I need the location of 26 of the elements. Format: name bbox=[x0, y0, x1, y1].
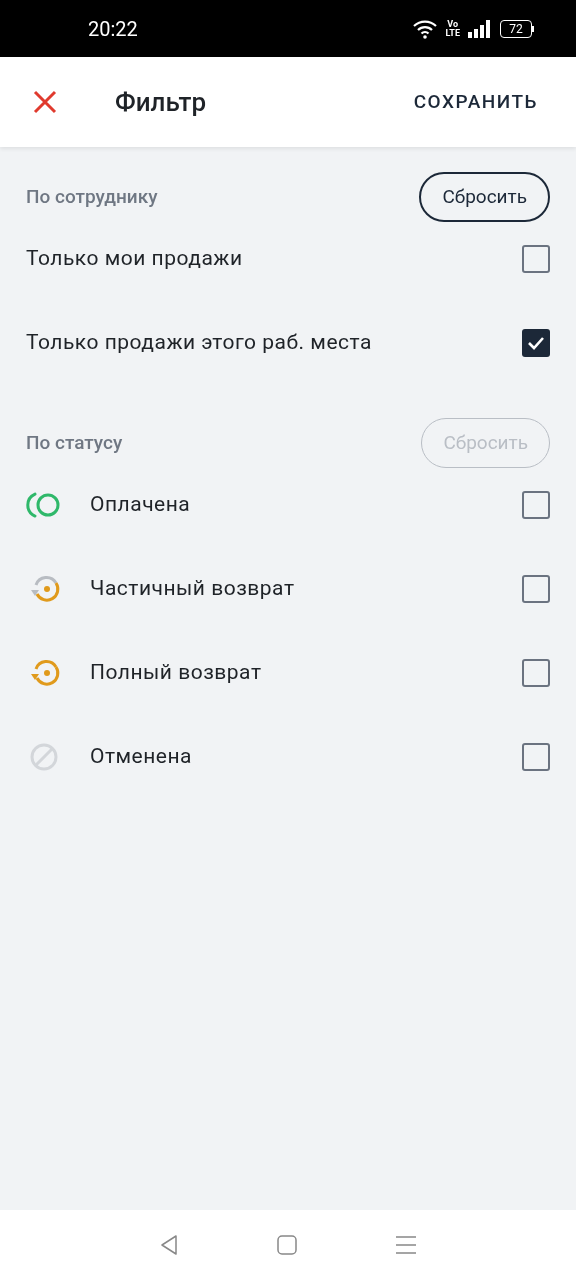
battery-indicator: 72 bbox=[500, 19, 534, 38]
home-icon[interactable] bbox=[277, 1235, 297, 1255]
filter-option-label: Только продажи этого раб. места bbox=[26, 329, 372, 357]
checkbox[interactable] bbox=[522, 743, 550, 771]
menu-icon[interactable] bbox=[395, 1235, 417, 1255]
screen-title: Фильтр bbox=[115, 85, 207, 119]
wifi-icon bbox=[413, 18, 438, 39]
filter-option-label: Только мои продажи bbox=[26, 245, 243, 273]
filter-option-label: Частичный возврат bbox=[90, 575, 295, 603]
checkbox[interactable] bbox=[522, 329, 550, 357]
clock: 20:22 bbox=[88, 15, 138, 43]
save-button[interactable]: СОХРАНИТЬ bbox=[413, 87, 538, 117]
filter-option-label: Отменена bbox=[90, 743, 193, 771]
volte-indicator: Vo LTE bbox=[445, 19, 460, 38]
checkbox[interactable] bbox=[522, 575, 550, 603]
filter-option-label: Оплачена bbox=[90, 491, 191, 519]
close-icon bbox=[33, 90, 57, 114]
reset-button[interactable]: Сбросить bbox=[419, 172, 550, 222]
back-icon[interactable] bbox=[159, 1234, 179, 1256]
checkbox[interactable] bbox=[522, 491, 550, 519]
section-heading: По статусу bbox=[26, 429, 123, 456]
checkbox[interactable] bbox=[522, 245, 550, 273]
signal-icon bbox=[468, 19, 492, 38]
checkbox[interactable] bbox=[522, 659, 550, 687]
section-heading: По сотруднику bbox=[26, 183, 158, 210]
filter-option-label: Полный возврат bbox=[90, 659, 262, 687]
